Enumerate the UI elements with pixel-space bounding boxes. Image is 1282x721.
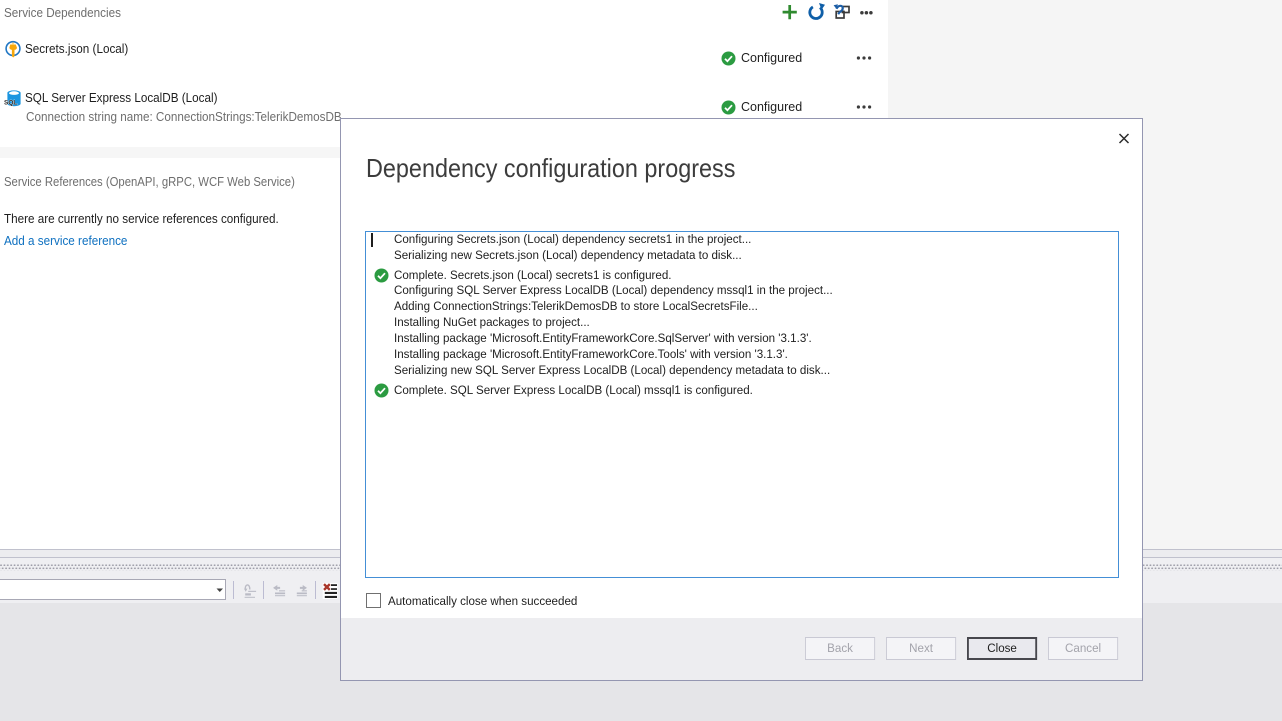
svg-text:SQL: SQL [4, 100, 17, 107]
